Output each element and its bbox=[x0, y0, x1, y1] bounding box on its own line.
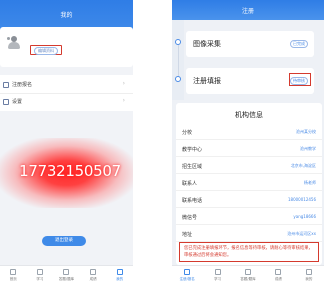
score-icon bbox=[90, 269, 97, 275]
quiz-icon bbox=[245, 269, 252, 275]
home-icon bbox=[10, 269, 17, 275]
step-title: 图像采集 bbox=[193, 40, 221, 48]
profile-icon bbox=[305, 269, 312, 275]
study-icon bbox=[36, 269, 43, 275]
org-info-panel: 机构信息 分校 沧州某分校 教学中心 沧州教学 招生区域 北京市,海淀区 联系人… bbox=[176, 103, 322, 265]
info-row-address: 地址 沧州市运河区xx bbox=[176, 225, 322, 242]
edit-profile-button[interactable]: 编辑资料 bbox=[34, 46, 58, 55]
review-notice: 您已完成注册填报环节，报名信息等待审核，请耐心等待审核结果，审核通过后将会通知您… bbox=[179, 242, 319, 262]
register-icon bbox=[184, 269, 191, 275]
step-status-badge: 已完成 bbox=[290, 40, 308, 48]
menu-item-register[interactable]: 注册报名 › bbox=[0, 77, 133, 94]
tab-home[interactable]: 首页 bbox=[0, 266, 27, 283]
page-title: 注册 bbox=[241, 8, 254, 15]
step-connector bbox=[177, 45, 179, 76]
info-row-teaching-center: 教学中心 沧州教学 bbox=[176, 140, 322, 157]
info-row-branch: 分校 沧州某分校 bbox=[176, 123, 322, 140]
info-row-enroll-region: 招生区域 北京市,海淀区 bbox=[176, 157, 322, 174]
tab-study[interactable]: 学习 bbox=[202, 266, 232, 283]
tab-profile[interactable]: 我的 bbox=[294, 266, 324, 283]
tab-quiz[interactable]: 答题/题库 bbox=[53, 266, 80, 283]
menu-item-label: 注册报名 bbox=[12, 82, 33, 88]
tab-study[interactable]: 学习 bbox=[27, 266, 54, 283]
status-highlight bbox=[289, 73, 311, 86]
overlay-phone-number: 17732150507 bbox=[19, 162, 121, 180]
info-row-contact: 联系人 杨老师 bbox=[176, 174, 322, 191]
step-node-icon bbox=[175, 76, 181, 82]
step-title: 注册填报 bbox=[193, 77, 221, 85]
tab-register[interactable]: 注册/报名 bbox=[172, 266, 202, 283]
info-row-wechat: 微信号 yang18666 bbox=[176, 208, 322, 225]
tab-quiz[interactable]: 答题/题库 bbox=[233, 266, 263, 283]
profile-icon bbox=[116, 269, 123, 275]
org-info-title: 机构信息 bbox=[235, 111, 263, 119]
registration-screen: 注册 图像采集 已完成 注册填报 待审核 机构信息 分校 沧州某分校 教学中心 … bbox=[172, 0, 324, 283]
quiz-icon bbox=[63, 269, 70, 275]
study-icon bbox=[214, 269, 221, 275]
step-registration-form[interactable]: 注册填报 待审核 bbox=[186, 68, 314, 94]
profile-menu: 注册报名 › 设置 › bbox=[0, 75, 133, 111]
chevron-right-icon: › bbox=[122, 80, 125, 87]
profile-screen: 我的 编辑资料 注册报名 › 设置 › 17732150507 退出登录 首页 … bbox=[0, 0, 133, 283]
page-title: 我的 bbox=[60, 12, 73, 19]
screenshot-composite: 我的 编辑资料 注册报名 › 设置 › 17732150507 退出登录 首页 … bbox=[0, 0, 324, 283]
score-icon bbox=[275, 269, 282, 275]
bottom-tab-bar: 注册/报名 学习 答题/题库 成绩 我的 bbox=[172, 265, 324, 283]
chevron-right-icon: › bbox=[122, 97, 125, 104]
step-node-icon bbox=[175, 39, 181, 45]
review-notice-text: 您已完成注册填报环节，报名信息等待审核，请耐心等待审核结果，审核通过后将会通知您… bbox=[184, 246, 313, 258]
logout-button[interactable]: 退出登录 bbox=[42, 236, 86, 246]
tab-score[interactable]: 成绩 bbox=[263, 266, 293, 283]
step-image-capture[interactable]: 图像采集 已完成 bbox=[186, 31, 314, 57]
registration-header: 注册 bbox=[172, 0, 324, 20]
menu-item-label: 设置 bbox=[12, 99, 23, 105]
info-row-phone: 联系电话 18000012456 bbox=[176, 191, 322, 208]
tab-score[interactable]: 成绩 bbox=[80, 266, 107, 283]
avatar[interactable] bbox=[7, 36, 21, 49]
settings-icon bbox=[3, 99, 9, 105]
tab-profile[interactable]: 我的 bbox=[106, 266, 133, 283]
bottom-tab-bar: 首页 学习 答题/题库 成绩 我的 bbox=[0, 265, 133, 283]
document-icon bbox=[3, 82, 9, 88]
edit-profile-highlight: 编辑资料 bbox=[30, 45, 62, 55]
menu-item-settings[interactable]: 设置 › bbox=[0, 94, 133, 111]
avatar-badge-icon bbox=[7, 37, 10, 40]
